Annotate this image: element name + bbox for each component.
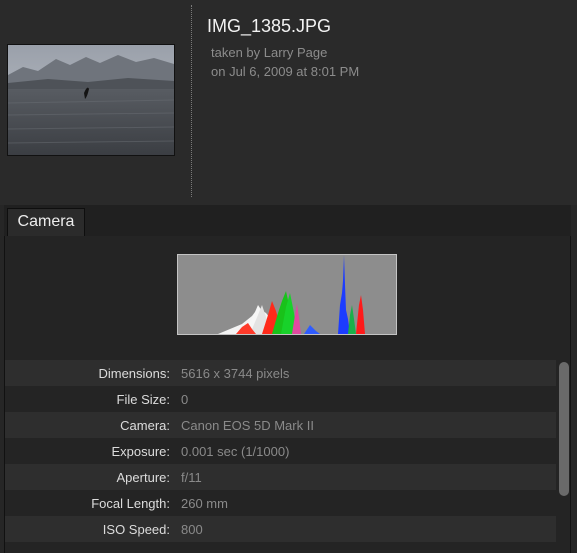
camera-panel: Dimensions: 5616 x 3744 pixels File Size…	[4, 236, 571, 553]
row-value: f/11	[181, 470, 202, 485]
vertical-scrollbar[interactable]	[559, 362, 569, 550]
photo-header: IMG_1385.JPG taken by Larry Page on Jul …	[0, 0, 577, 205]
row-label: ISO Speed:	[102, 522, 170, 537]
tab-camera[interactable]: Camera	[7, 208, 85, 236]
row-label: Aperture:	[116, 470, 170, 485]
row-value: 0	[181, 392, 189, 407]
exif-table: Dimensions: 5616 x 3744 pixels File Size…	[5, 360, 556, 542]
table-row: ISO Speed: 800	[5, 516, 556, 542]
row-label: Camera:	[120, 418, 170, 433]
photo-date: on Jul 6, 2009 at 8:01 PM	[211, 64, 360, 79]
tab-bar: Camera	[4, 205, 571, 237]
row-label: Dimensions:	[98, 366, 170, 381]
vertical-divider	[191, 5, 192, 197]
table-row: Dimensions: 5616 x 3744 pixels	[5, 360, 556, 386]
table-row: Aperture: f/11	[5, 464, 556, 490]
table-row: Camera: Canon EOS 5D Mark II	[5, 412, 556, 438]
row-value: 0.001 sec (1/1000)	[181, 444, 290, 459]
histogram	[177, 254, 397, 335]
scrollbar-thumb[interactable]	[559, 362, 569, 496]
row-value: 5616 x 3744 pixels	[181, 366, 290, 381]
row-label: Focal Length:	[91, 496, 170, 511]
photo-author: taken by Larry Page	[211, 45, 328, 60]
table-row: Exposure: 0.001 sec (1/1000)	[5, 438, 556, 464]
row-label: Exposure:	[111, 444, 170, 459]
photo-filename: IMG_1385.JPG	[207, 16, 332, 36]
row-label: File Size:	[116, 392, 170, 407]
row-value: Canon EOS 5D Mark II	[181, 418, 314, 433]
table-row: Focal Length: 260 mm	[5, 490, 556, 516]
photo-thumbnail[interactable]	[7, 44, 175, 156]
table-row: File Size: 0	[5, 386, 556, 412]
row-value: 800	[181, 522, 203, 537]
row-value: 260 mm	[181, 496, 228, 511]
